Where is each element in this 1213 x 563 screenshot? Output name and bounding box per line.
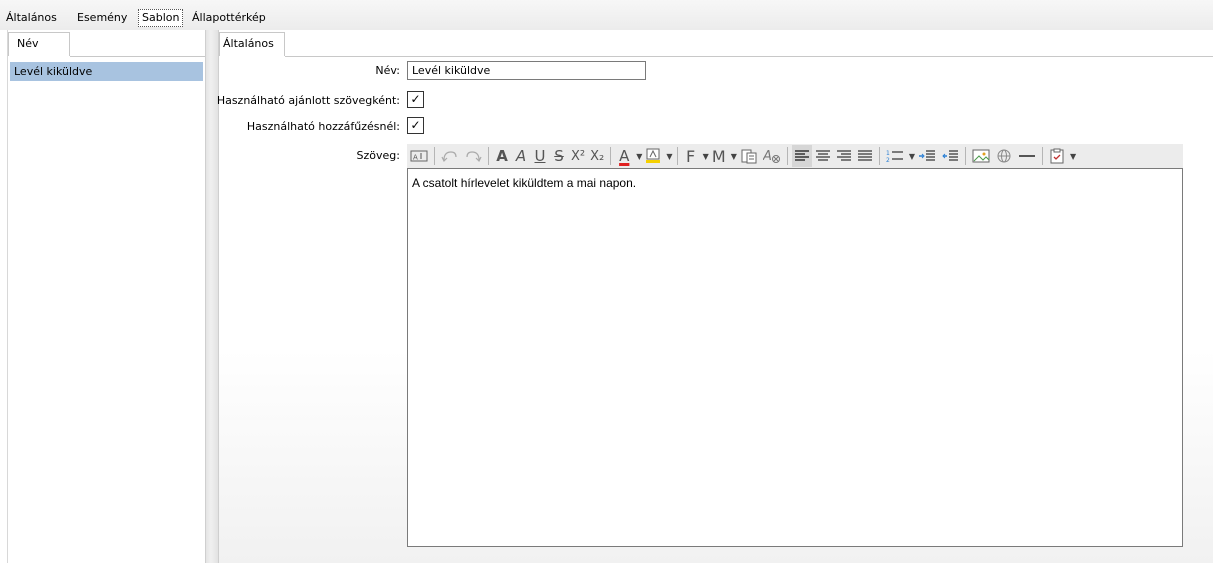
horizontal-line-icon[interactable] (1016, 145, 1038, 167)
template-detail-panel: Általános Név: Levél kiküldve Használhat… (216, 30, 1213, 563)
outdent-icon[interactable] (939, 145, 961, 167)
redo-icon[interactable] (462, 145, 484, 167)
name-label: Név: (375, 64, 400, 77)
svg-text:A: A (763, 149, 772, 164)
list-header-divider (70, 56, 205, 57)
align-right-icon[interactable] (834, 145, 854, 167)
suggest-label: Használható ajánlott szövegként: (216, 94, 400, 107)
toolbar-separator (434, 147, 435, 165)
underline-icon[interactable]: U (531, 145, 549, 167)
subscript-icon[interactable]: X₂ (588, 145, 606, 167)
clipboard-dropdown-icon[interactable]: ▼ (1070, 152, 1076, 161)
align-center-icon[interactable] (813, 145, 833, 167)
text-label: Szöveg: (356, 149, 400, 162)
italic-icon[interactable]: A (512, 145, 530, 167)
svg-text:A: A (413, 154, 418, 162)
font-size-icon[interactable]: M (710, 145, 728, 167)
toolbar-separator (610, 147, 612, 165)
toolbar-separator (488, 147, 489, 165)
clipboard-check-icon[interactable] (1047, 145, 1067, 167)
toolbar-separator (676, 147, 678, 165)
font-family-dropdown-icon[interactable]: ▼ (703, 152, 709, 161)
indent-icon[interactable] (916, 145, 938, 167)
paste-icon[interactable] (738, 145, 760, 167)
svg-text:2: 2 (886, 157, 890, 164)
link-icon[interactable] (993, 145, 1015, 167)
bold-icon[interactable]: A (493, 145, 511, 167)
tab-altalanos[interactable]: Általános (3, 9, 60, 27)
superscript-icon[interactable]: X² (569, 145, 587, 167)
highlight-dropdown-icon[interactable]: ▼ (666, 152, 672, 161)
suggest-checkbox[interactable]: ✓ (407, 91, 424, 108)
numbered-list-icon[interactable]: 12 (884, 145, 906, 167)
list-item[interactable]: Levél kiküldve (10, 62, 203, 81)
toolbar-separator (786, 147, 788, 165)
template-list-panel: Név Levél kiküldve (7, 30, 205, 563)
text-editor[interactable]: A csatolt hírlevelet kiküldtem a mai nap… (407, 168, 1183, 547)
tab-allapotterkep[interactable]: Állapottérkép (189, 9, 269, 27)
tab-sablon[interactable]: Sablon (138, 9, 184, 27)
undo-icon[interactable] (439, 145, 461, 167)
toolbar-separator (1042, 147, 1044, 165)
list-dropdown-icon[interactable]: ▼ (909, 152, 915, 161)
image-icon[interactable] (970, 145, 992, 167)
highlight-icon[interactable] (643, 145, 663, 167)
append-label: Használható hozzáfűzésnél: (246, 120, 400, 133)
font-color-dropdown-icon[interactable]: ▼ (636, 152, 642, 161)
clear-format-icon[interactable]: A (761, 145, 783, 167)
append-checkbox[interactable]: ✓ (407, 117, 424, 134)
svg-text:1: 1 (886, 150, 890, 157)
strikethrough-icon[interactable]: S (550, 145, 568, 167)
justify-icon[interactable] (855, 145, 875, 167)
tab-altalanos-detail[interactable]: Általános (219, 32, 285, 56)
text-field-icon[interactable]: A (408, 145, 430, 167)
editor-toolbar: A A A U S X² X₂ A ▼ ▼ F ▼ M ▼ A 1 2 ▼ ▼ (407, 144, 1183, 168)
toolbar-separator (965, 147, 967, 165)
align-left-icon[interactable] (791, 145, 812, 167)
name-field[interactable]: Levél kiküldve (407, 61, 646, 80)
toolbar-separator (878, 147, 880, 165)
panel-splitter[interactable] (205, 30, 219, 563)
font-color-icon[interactable]: A (615, 145, 633, 167)
tab-esemeny[interactable]: Esemény (74, 9, 130, 27)
list-header-nev[interactable]: Név (8, 32, 70, 56)
font-size-dropdown-icon[interactable]: ▼ (731, 152, 737, 161)
detail-tab-divider (285, 56, 1213, 57)
font-family-icon[interactable]: F (682, 145, 700, 167)
top-tab-strip: Általános Esemény Sablon Állapottérkép (0, 0, 1213, 30)
